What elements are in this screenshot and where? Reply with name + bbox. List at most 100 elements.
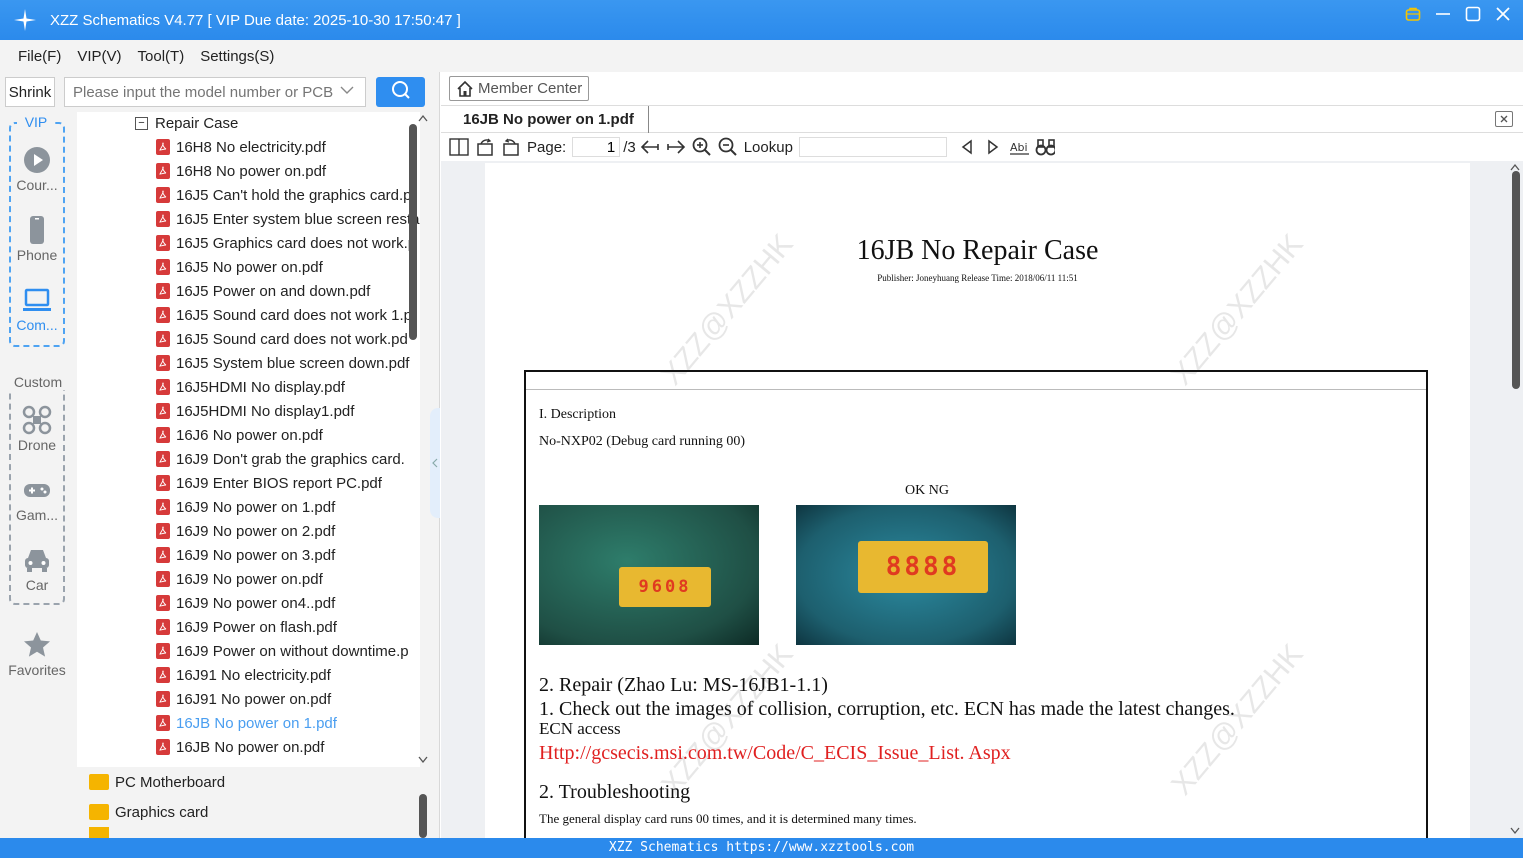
binoculars-icon[interactable]: [1035, 137, 1055, 157]
viewer-scrollbar-thumb[interactable]: [1512, 171, 1520, 389]
pdf-file-icon: [156, 619, 170, 635]
tab-document[interactable]: 16JB No power on 1.pdf: [441, 106, 649, 133]
match-case-icon[interactable]: Abi: [1009, 137, 1029, 157]
folder-label: Graphics card: [115, 803, 209, 821]
find-next-icon[interactable]: [983, 137, 1003, 157]
ecn-link[interactable]: Http://gcsecis.msi.com.tw/Code/C_ECIS_Is…: [539, 742, 1011, 765]
tree-file-item[interactable]: 16J5HDMI No display.pdf: [156, 375, 345, 399]
tree-file-item[interactable]: 16J5 Graphics card does not work.p: [156, 231, 416, 255]
pdf-file-icon: [156, 499, 170, 515]
tree-file-label: 16J5HDMI No display1.pdf: [176, 402, 355, 420]
maximize-icon[interactable]: [1465, 6, 1481, 22]
tree-file-item[interactable]: 16J9 Power on flash.pdf: [156, 615, 337, 639]
tree-file-item[interactable]: 16J5 System blue screen down.pdf: [156, 351, 409, 375]
find-previous-icon[interactable]: [957, 137, 977, 157]
pdf-file-icon: [156, 211, 170, 227]
scroll-up-icon[interactable]: [418, 114, 428, 125]
tree-file-item[interactable]: 16H8 No electricity.pdf: [156, 135, 326, 159]
minimize-icon[interactable]: [1435, 6, 1451, 22]
tree-file-label: 16J91 No power on.pdf: [176, 690, 332, 708]
scroll-down-icon[interactable]: [1510, 827, 1520, 838]
tree-scrollbar-thumb[interactable]: [409, 124, 417, 340]
tree-file-item[interactable]: 16J5 Power on and down.pdf: [156, 279, 370, 303]
tree-file-item[interactable]: 16J5HDMI No display1.pdf: [156, 399, 354, 423]
tree-file-item[interactable]: 16J9 No power on 3.pdf: [156, 543, 335, 567]
zoom-out-icon[interactable]: [718, 137, 738, 157]
category-game[interactable]: Gam...: [0, 475, 74, 523]
category-courses[interactable]: Cour...: [0, 145, 74, 193]
category-favorites[interactable]: Favorites: [0, 630, 74, 678]
pdf-page: 16JB No Repair Case Publisher: Joneyhuan…: [485, 163, 1470, 838]
panel-collapse-handle[interactable]: [430, 408, 440, 518]
close-icon[interactable]: [1495, 6, 1511, 22]
category-label: Car: [25, 577, 49, 593]
category-car[interactable]: Car: [0, 545, 74, 593]
folder-scrollbar-thumb[interactable]: [419, 794, 427, 838]
menu-vip[interactable]: VIP(V): [77, 48, 121, 65]
lookup-input[interactable]: [798, 137, 947, 157]
chevron-down-icon[interactable]: [340, 84, 356, 100]
pdf-file-icon: [156, 403, 170, 419]
rotate-left-icon[interactable]: [475, 137, 495, 157]
shrink-button[interactable]: Shrink: [5, 77, 55, 107]
category-drone[interactable]: Drone: [0, 405, 74, 453]
tree-file-item[interactable]: 16J5 Sound card does not work.pd: [156, 327, 408, 351]
tree-file-item[interactable]: 16H8 No power on.pdf: [156, 159, 326, 183]
tree-file-item[interactable]: 16J5 No power on.pdf: [156, 255, 323, 279]
tree-file-item[interactable]: 16J9 Power on without downtime.p: [156, 639, 409, 663]
page-number-input[interactable]: [572, 137, 621, 157]
tree-file-item[interactable]: 16J9 Don't grab the graphics card.: [156, 447, 405, 471]
rotate-right-icon[interactable]: [501, 137, 521, 157]
file-tree: − Repair Case 16H8 No electricity.pdf 16H…: [77, 112, 420, 767]
vip-bag-icon[interactable]: [1405, 6, 1421, 22]
folder-icon: [89, 804, 109, 820]
category-computer[interactable]: Com...: [0, 285, 74, 333]
tree-file-item[interactable]: 16J6 No power on.pdf: [156, 423, 323, 447]
tree-file-item[interactable]: 16J9 No power on 1.pdf: [156, 495, 335, 519]
tree-file-item[interactable]: 16J91 No power on.pdf: [156, 687, 331, 711]
search-button[interactable]: [376, 77, 425, 107]
tree-file-item[interactable]: 16J9 No power on4..pdf: [156, 591, 335, 615]
tree-file-label: 16J9 No power on4..pdf: [176, 594, 336, 612]
tree-file-item[interactable]: 16J91 No electricity.pdf: [156, 663, 331, 687]
zoom-in-icon[interactable]: [692, 137, 712, 157]
tree-file-item[interactable]: 16J5 Sound card does not work 1.p: [156, 303, 412, 327]
menu-file[interactable]: File(F): [18, 48, 61, 65]
pdf-file-icon: [156, 187, 170, 203]
close-tabs-icon[interactable]: [1495, 111, 1513, 127]
folder-pc-motherboard[interactable]: PC Motherboard: [89, 769, 225, 795]
play-icon: [22, 145, 52, 175]
pdf-file-icon: [156, 259, 170, 275]
arrow-right-icon[interactable]: [666, 137, 686, 157]
member-center-button[interactable]: Member Center: [449, 76, 589, 101]
tree-file-item[interactable]: 16J9 No power on 2.pdf: [156, 519, 335, 543]
tree-file-item[interactable]: 16JB No power on 1.pdf: [156, 711, 337, 735]
viewer-toolbar: Page: /3 Lookup Abi: [441, 133, 1523, 161]
menu-tool[interactable]: Tool(T): [138, 48, 185, 65]
tree-folder-repair-case[interactable]: − Repair Case: [135, 112, 238, 135]
pdf-file-icon: [156, 235, 170, 251]
pdf-viewer[interactable]: 16JB No Repair Case Publisher: Joneyhuan…: [441, 161, 1523, 838]
tree-file-label: 16J5 Sound card does not work.pd: [176, 330, 408, 348]
description-text: No-NXP02 (Debug card running 00): [539, 434, 746, 449]
folder-graphics-card[interactable]: Graphics card: [89, 799, 208, 825]
pdf-file-icon: [156, 571, 170, 587]
collapse-icon[interactable]: −: [135, 116, 148, 130]
tree-file-label: 16J9 Power on without downtime.p: [176, 642, 409, 660]
tree-file-item[interactable]: 16J5 Can't hold the graphics card.p: [156, 183, 412, 207]
tree-file-label: 16J5 System blue screen down.pdf: [176, 354, 410, 372]
arrow-left-icon[interactable]: [640, 137, 660, 157]
tree-file-item[interactable]: 16J5 Enter system blue screen resta: [156, 207, 419, 231]
sidebar-toggle-icon[interactable]: [449, 137, 469, 157]
tree-file-label: 16JB No power on 1.pdf: [176, 714, 337, 732]
scroll-down-icon[interactable]: [418, 756, 428, 767]
gamepad-icon: [22, 475, 52, 505]
tree-file-item[interactable]: 16J9 No power on.pdf: [156, 567, 323, 591]
menu-settings[interactable]: Settings(S): [200, 48, 274, 65]
tree-file-item[interactable]: 16J9 Enter BIOS report PC.pdf: [156, 471, 382, 495]
category-phone[interactable]: Phone: [0, 215, 74, 263]
lookup-label: Lookup: [743, 138, 793, 156]
repair-step: 1. Check out the images of collision, co…: [539, 698, 1235, 720]
tree-file-item[interactable]: 16JB No power on.pdf: [156, 735, 324, 759]
search-input[interactable]: [64, 77, 366, 107]
